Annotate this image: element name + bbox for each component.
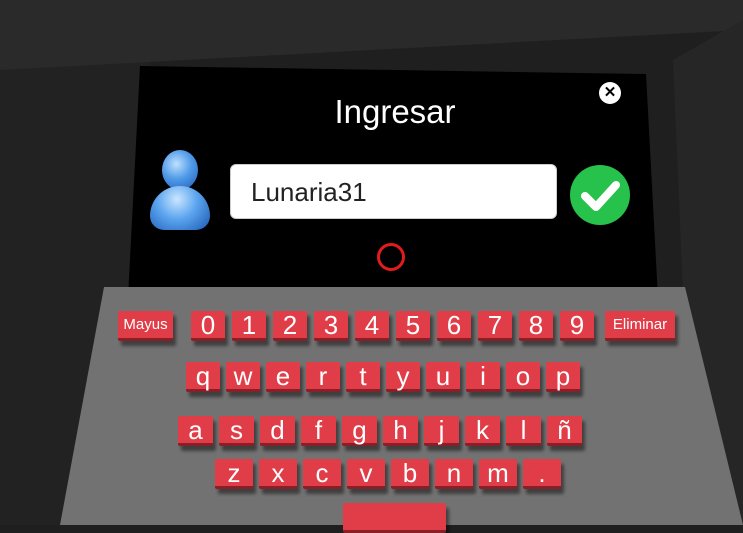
key-o[interactable]: o [506,362,540,392]
key-b[interactable]: b [391,459,429,489]
key-7[interactable]: 7 [478,311,512,341]
key-h[interactable]: h [383,416,418,446]
ceiling [0,0,743,70]
key-eliminar[interactable]: Eliminar [605,311,675,341]
avatar-body [150,186,210,230]
key-0[interactable]: 0 [191,311,225,341]
key-period[interactable]: . [523,459,561,489]
key-8[interactable]: 8 [519,311,553,341]
username-input[interactable]: Lunaria31 [230,164,557,219]
confirm-button[interactable] [570,165,630,225]
key-y[interactable]: y [386,362,420,392]
key-r[interactable]: r [306,362,340,392]
key-3[interactable]: 3 [314,311,348,341]
key-n[interactable]: n [435,459,473,489]
key-g[interactable]: g [342,416,377,446]
loading-ring-icon [377,243,405,271]
close-icon[interactable]: ✕ [599,82,621,104]
key-k[interactable]: k [465,416,500,446]
key-mayus[interactable]: Mayus [118,311,173,341]
key-w[interactable]: w [226,362,260,392]
key-6[interactable]: 6 [437,311,471,341]
key-u[interactable]: u [426,362,460,392]
key-p[interactable]: p [546,362,580,392]
key-m[interactable]: m [479,459,517,489]
key-4[interactable]: 4 [355,311,389,341]
key-f[interactable]: f [301,416,336,446]
key-j[interactable]: j [424,416,459,446]
key-z[interactable]: z [215,459,253,489]
key-l[interactable]: l [506,416,541,446]
check-icon [581,181,620,211]
key-a[interactable]: a [178,416,213,446]
key-9[interactable]: 9 [560,311,594,341]
key-s[interactable]: s [219,416,254,446]
user-avatar-icon [148,150,212,232]
key-5[interactable]: 5 [396,311,430,341]
key-2[interactable]: 2 [273,311,307,341]
key-e[interactable]: e [266,362,300,392]
key-d[interactable]: d [260,416,295,446]
avatar-head [162,150,198,190]
key-1[interactable]: 1 [232,311,266,341]
key-t[interactable]: t [346,362,380,392]
key-v[interactable]: v [347,459,385,489]
key-i[interactable]: i [466,362,500,392]
key-q[interactable]: q [186,362,220,392]
key-x[interactable]: x [259,459,297,489]
dialog-title: Ingresar [334,93,456,130]
key-enye[interactable]: ñ [547,416,582,446]
key-c[interactable]: c [303,459,341,489]
key-space[interactable] [343,503,446,533]
